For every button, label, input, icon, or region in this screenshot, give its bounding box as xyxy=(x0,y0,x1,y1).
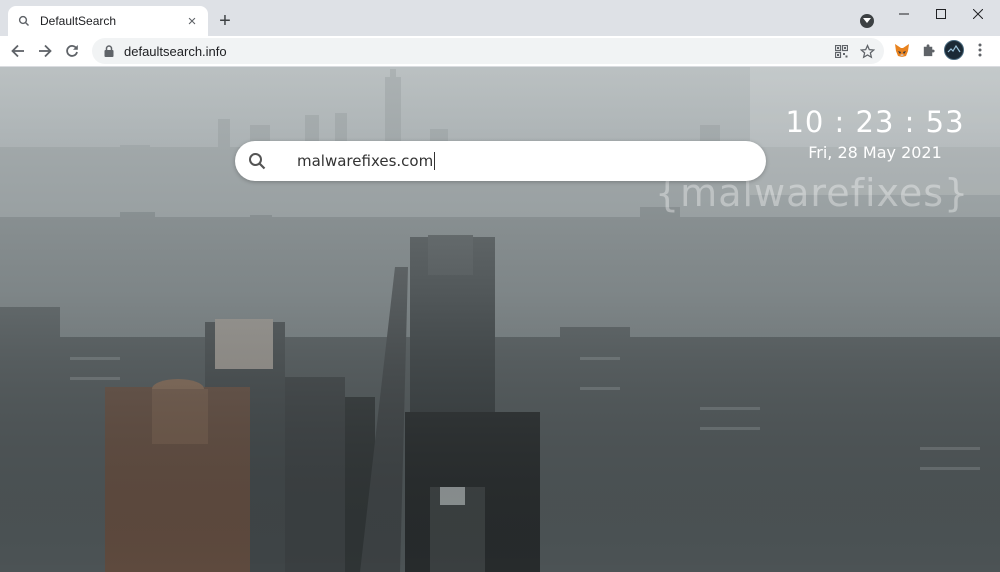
qr-code-icon[interactable] xyxy=(832,42,850,60)
text-caret xyxy=(434,152,436,170)
minimize-button[interactable] xyxy=(884,0,924,28)
browser-toolbar: defaultsearch.info xyxy=(0,36,1000,67)
back-button[interactable] xyxy=(6,39,30,63)
clock-date: Fri, 28 May 2021 xyxy=(808,143,942,162)
kebab-menu-icon[interactable] xyxy=(970,40,990,60)
search-input[interactable]: malwarefixes.com xyxy=(297,152,433,170)
forward-button[interactable] xyxy=(33,39,57,63)
clock-time: 10 : 23 : 53 xyxy=(785,105,965,139)
reload-button[interactable] xyxy=(60,39,84,63)
search-icon[interactable] xyxy=(247,151,267,171)
new-tab-page: 10 : 23 : 53 Fri, 28 May 2021 {malwarefi… xyxy=(0,67,1000,572)
lock-icon[interactable] xyxy=(102,44,116,58)
url-text[interactable]: defaultsearch.info xyxy=(124,44,227,59)
metamask-fox-icon[interactable] xyxy=(892,40,912,60)
window-close-button[interactable] xyxy=(958,0,998,28)
maximize-button[interactable] xyxy=(921,0,961,28)
search-box[interactable]: malwarefixes.com xyxy=(235,141,766,181)
new-tab-button[interactable]: + xyxy=(214,10,236,32)
tab-title: DefaultSearch xyxy=(40,14,117,28)
search-icon xyxy=(16,13,32,29)
star-icon[interactable] xyxy=(858,42,876,60)
tab-strip: DefaultSearch × + xyxy=(0,0,1000,36)
close-icon[interactable]: × xyxy=(184,13,200,30)
tab-defaultsearch[interactable]: DefaultSearch × xyxy=(8,6,208,36)
tab-search-button[interactable] xyxy=(860,14,874,28)
profile-avatar-icon[interactable] xyxy=(944,40,964,60)
search-input-wrap: malwarefixes.com xyxy=(297,152,436,170)
puzzle-extension-icon[interactable] xyxy=(918,40,938,60)
address-bar[interactable]: defaultsearch.info xyxy=(92,38,884,64)
